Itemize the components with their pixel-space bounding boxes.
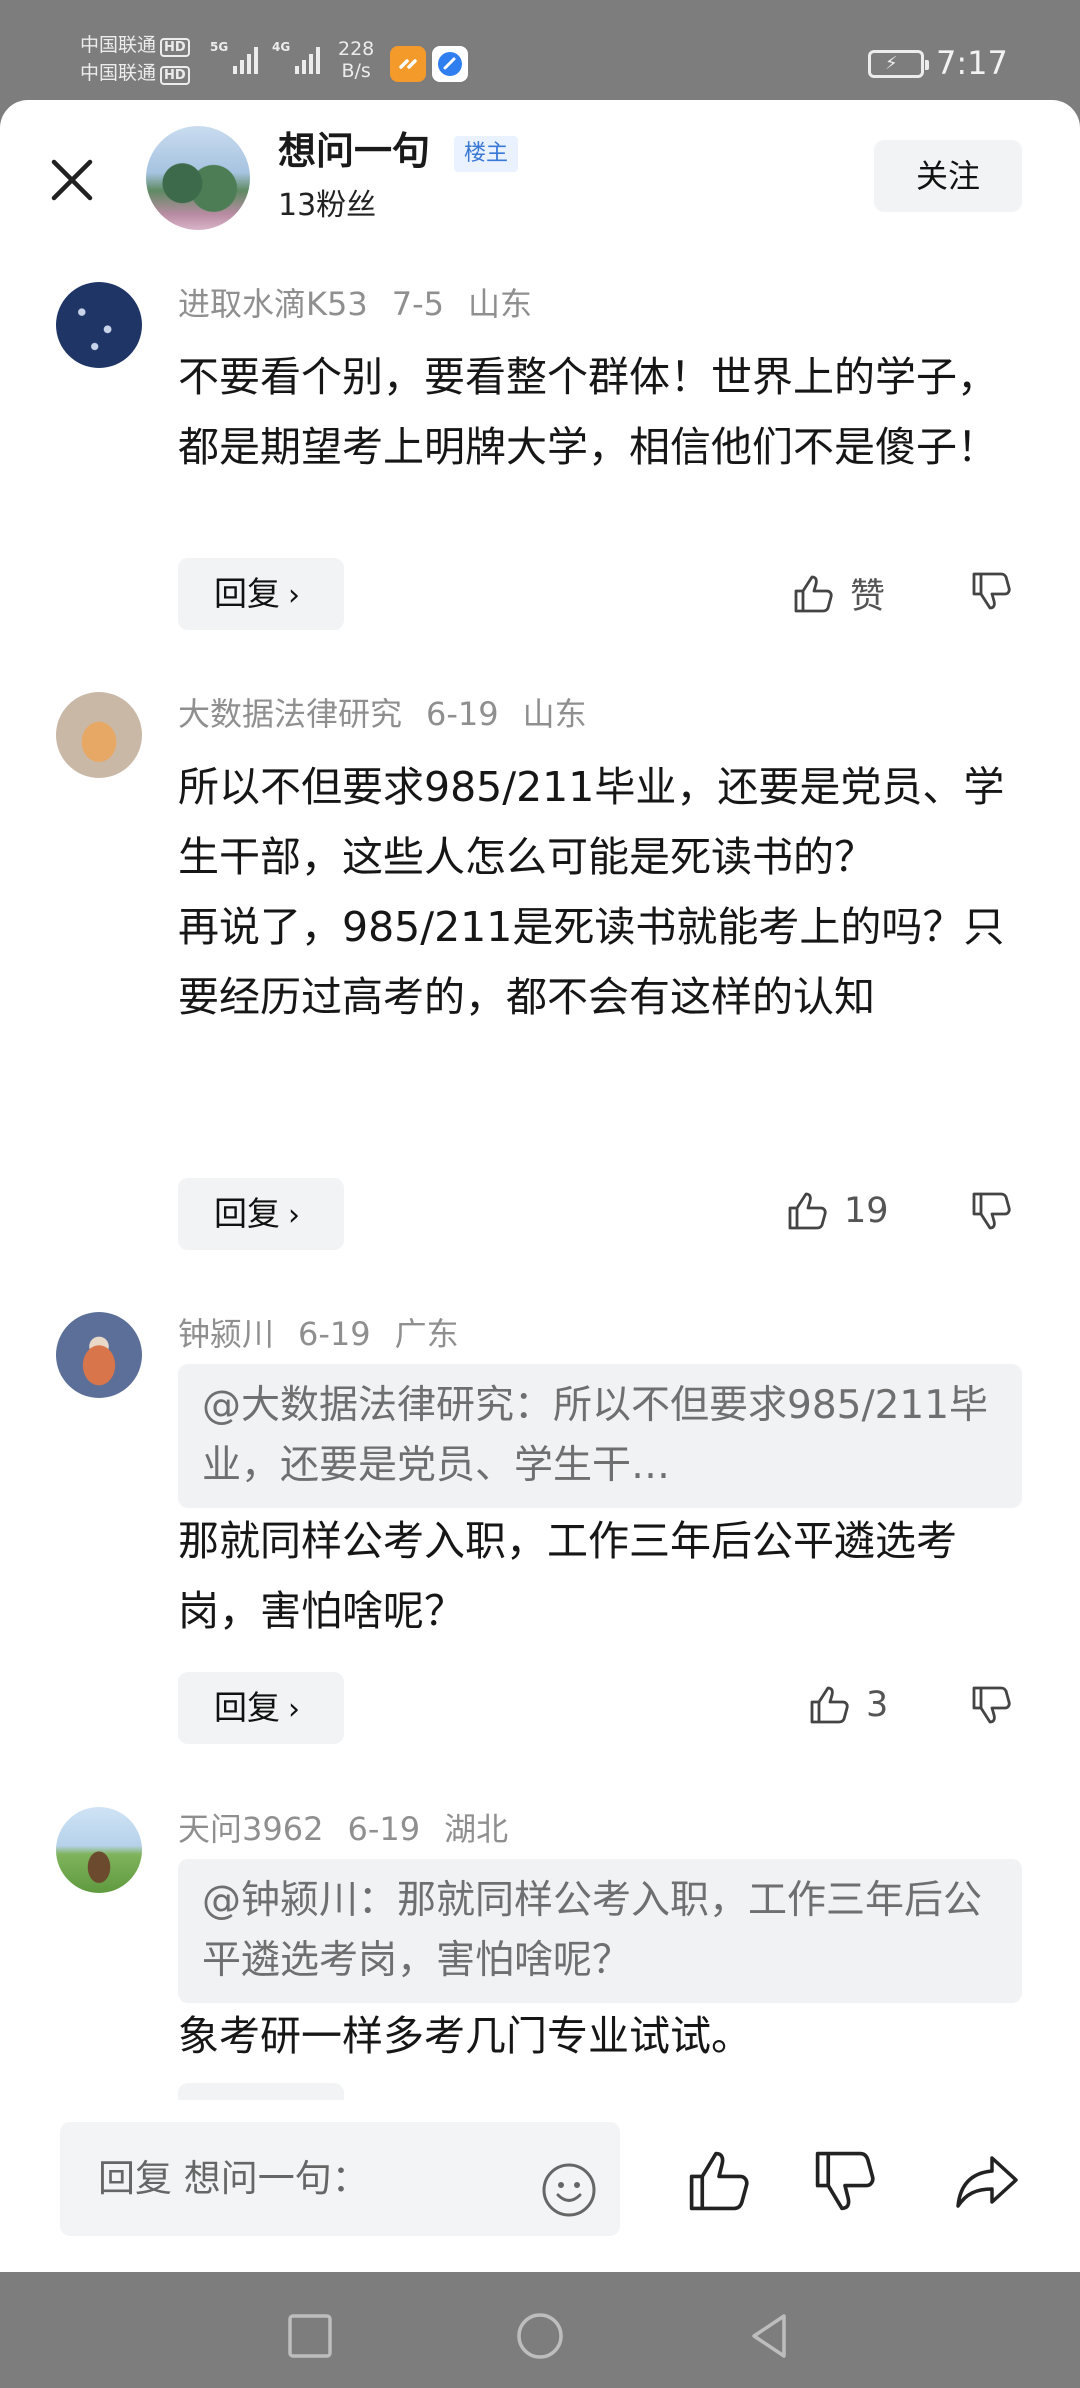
net-speed: 228 B/s — [338, 38, 374, 82]
comment-text-paragraph-1: 所以不但要求985/211毕业，还要是党员、学生干部，这些人怎么可能是死读书的？ — [178, 763, 1005, 881]
emoji-icon[interactable] — [540, 2150, 598, 2217]
reply-label: 回复 — [214, 1688, 280, 1727]
carrier-1: 中国联通 HD — [80, 34, 190, 57]
comment-text: 那就同样公考入职，工作三年后公平遴选考岗，害怕啥呢？ — [178, 1517, 957, 1635]
chevron-right-icon: › — [288, 1692, 300, 1727]
comment-location: 广东 — [394, 1315, 459, 1353]
follow-button[interactable]: 关注 — [874, 140, 1022, 212]
comment-sheet: 想问一句 楼主 13粉丝 关注 进取水滴K53 7-5 山东 不要看个别，要看整个群… — [0, 100, 1080, 2272]
comment-date: 6-19 — [298, 1315, 371, 1353]
close-icon[interactable] — [42, 150, 102, 210]
status-time: 7:17 — [936, 44, 1008, 82]
reply-input[interactable]: 回复 想问一句： — [60, 2122, 620, 2236]
comment-text: 象考研一样多考几门专业试试。 — [178, 2012, 752, 2060]
list-item: 天问3962 6-19 湖北 @钟颍川：那就同样公考入职，工作三年后公平遴选考岗，害… — [0, 1775, 1080, 2155]
comment-text-paragraph-2: 再说了，985/211是死读书就能考上的吗？只要经历过高考的，都不会有这样的认知 — [178, 903, 1005, 1021]
app-icon-blue — [432, 46, 468, 82]
sheet-header: 想问一句 楼主 13粉丝 关注 — [0, 100, 1080, 250]
status-bar: 中国联通 HD 中国联通 HD 5G 4G 228 B/s ⚡ 7:17 — [0, 0, 1080, 100]
like-button[interactable]: 赞 — [790, 568, 885, 619]
carrier-2: 中国联通 HD — [80, 62, 190, 85]
like-button[interactable]: 3 — [806, 1682, 888, 1728]
thumbs-up-icon — [810, 1686, 849, 1724]
like-button[interactable]: 19 — [784, 1188, 889, 1234]
comment-meta: 天问3962 6-19 湖北 — [178, 1809, 532, 1849]
thumbs-up-icon — [794, 575, 833, 612]
avatar[interactable] — [56, 1807, 142, 1893]
system-nav-bar — [0, 2272, 1080, 2388]
share-icon[interactable] — [952, 2146, 1022, 2216]
like-count: 3 — [866, 1685, 889, 1725]
list-item: 大数据法律研究 6-19 山东 所以不但要求985/211毕业，还要是党员、学生干部… — [0, 660, 1080, 1280]
hd-badge-1: HD — [160, 38, 190, 57]
comment-location: 山东 — [467, 285, 532, 323]
reply-button[interactable]: 回复 › — [178, 1672, 344, 1744]
like-label: 赞 — [850, 577, 886, 617]
net-speed-value: 228 — [338, 38, 375, 60]
recent-apps-icon[interactable] — [284, 2310, 336, 2362]
reply-button[interactable]: 回复 › — [178, 558, 344, 630]
comment-author[interactable]: 进取水滴K53 — [178, 285, 368, 323]
fans-count: 13粉丝 — [278, 188, 377, 223]
hd-badge-2: HD — [160, 66, 190, 85]
comment-meta: 进取水滴K53 7-5 山东 — [178, 284, 556, 324]
thumbs-down-icon[interactable] — [968, 568, 1018, 618]
comment-text: 不要看个别，要看整个群体！世界上的学子，都是期望考上明牌大学，相信他们不是傻子！ — [178, 353, 998, 471]
quoted-comment[interactable]: @大数据法律研究：所以不但要求985/211毕业，还要是党员、学生干… — [178, 1364, 1022, 1508]
comment-meta: 钟颍川 6-19 广东 — [178, 1314, 483, 1354]
avatar[interactable] — [56, 282, 142, 368]
reply-placeholder: 回复 想问一句： — [98, 2157, 369, 2200]
comment-author[interactable]: 天问3962 — [178, 1810, 323, 1848]
home-icon[interactable] — [514, 2310, 566, 2362]
reply-label: 回复 — [214, 574, 280, 613]
signal-icon-2: 4G — [272, 40, 321, 74]
carrier-1-label: 中国联通 — [80, 34, 157, 56]
comment-date: 7-5 — [391, 285, 444, 323]
carrier-2-label: 中国联通 — [80, 62, 157, 84]
host-badge: 楼主 — [454, 136, 519, 172]
comment-author[interactable]: 大数据法律研究 — [178, 695, 402, 733]
net-speed-unit: B/s — [341, 60, 371, 82]
quoted-comment[interactable]: @钟颍川：那就同样公考入职，工作三年后公平遴选考岗，害怕啥呢？ — [178, 1859, 1022, 2003]
comment-location: 湖北 — [444, 1810, 509, 1848]
chevron-right-icon: › — [288, 578, 300, 613]
thumbs-up-icon — [788, 1192, 827, 1230]
thumbs-down-icon[interactable] — [810, 2146, 880, 2216]
thumbs-up-icon[interactable] — [684, 2146, 754, 2216]
chevron-right-icon: › — [288, 1198, 300, 1233]
like-count: 19 — [844, 1191, 889, 1231]
avatar[interactable] — [56, 1312, 142, 1398]
comment-meta: 大数据法律研究 6-19 山东 — [178, 694, 611, 734]
reply-label: 回复 — [214, 1194, 280, 1233]
list-item: 进取水滴K53 7-5 山东 不要看个别，要看整个群体！世界上的学子，都是期望考上明… — [0, 250, 1080, 660]
comment-date: 6-19 — [347, 1810, 421, 1848]
avatar[interactable] — [146, 126, 250, 230]
reply-button[interactable]: 回复 › — [178, 1178, 344, 1250]
app-icon-orange — [390, 46, 426, 82]
network-type-1: 5G — [210, 40, 229, 54]
signal-icon: 5G — [210, 40, 259, 74]
battery-charging-icon: ⚡ — [868, 50, 929, 78]
comment-date: 6-19 — [426, 695, 499, 733]
network-type-2: 4G — [272, 40, 291, 54]
host-name[interactable]: 想问一句 — [278, 128, 430, 174]
thumbs-down-icon[interactable] — [968, 1682, 1018, 1732]
bottom-action-bar: 回复 想问一句： — [0, 2100, 1080, 2272]
comment-text: 所以不但要求985/211毕业，还要是党员、学生干部，这些人怎么可能是死读书的？… — [178, 752, 1008, 1032]
avatar[interactable] — [56, 692, 142, 778]
comment-location: 山东 — [522, 695, 587, 733]
comment-author[interactable]: 钟颍川 — [178, 1315, 274, 1353]
comment-list: 进取水滴K53 7-5 山东 不要看个别，要看整个群体！世界上的学子，都是期望考上明… — [0, 250, 1080, 2200]
back-icon[interactable] — [744, 2310, 796, 2362]
thumbs-down-icon[interactable] — [968, 1188, 1018, 1238]
list-item: 钟颍川 6-19 广东 @大数据法律研究：所以不但要求985/211毕业，还要是党员… — [0, 1280, 1080, 1775]
